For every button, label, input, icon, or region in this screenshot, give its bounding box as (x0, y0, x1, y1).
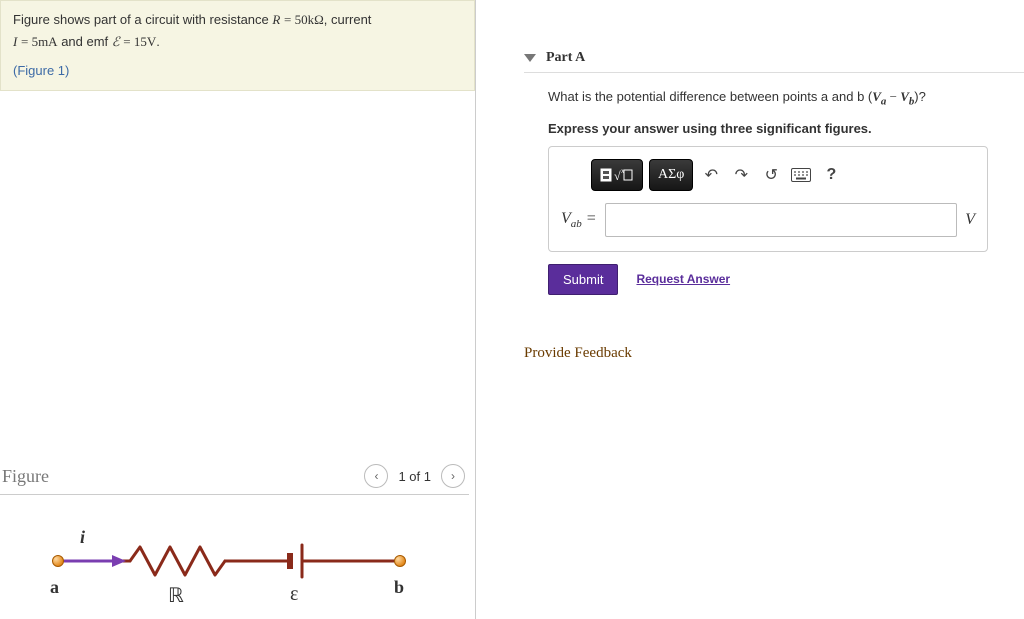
emf-symbol: ℰ (112, 34, 120, 49)
figure-title: Figure (2, 466, 49, 487)
circuit-diagram: i a b ℝ ε (40, 509, 440, 619)
figure-next-button[interactable]: › (441, 464, 465, 488)
intro-text: Figure shows part of a circuit with resi… (13, 12, 272, 27)
provide-feedback-link[interactable]: Provide Feedback (524, 345, 1024, 362)
node-a-label: a (50, 577, 59, 598)
redo-button[interactable]: ↷ (729, 163, 753, 187)
question-text: What is the potential difference between… (548, 89, 988, 108)
part-a-title: Part A (546, 50, 585, 66)
figure-pager: ‹ 1 of 1 › (364, 464, 465, 488)
problem-intro: Figure shows part of a circuit with resi… (0, 0, 475, 91)
answer-unit: V (965, 211, 975, 229)
request-answer-link[interactable]: Request Answer (636, 272, 730, 286)
answer-instruction: Express your answer using three signific… (548, 121, 988, 136)
fraction-root-icon: √ x (600, 166, 634, 184)
submit-button[interactable]: Submit (548, 264, 618, 295)
eq3: = (123, 34, 134, 49)
answer-box: √ x ΑΣφ ↶ ↷ ↺ (548, 146, 988, 252)
figure-pager-text: 1 of 1 (398, 469, 431, 484)
and-emf: and emf (61, 34, 112, 49)
eq2: = (21, 34, 32, 49)
answer-variable-label: Vab = (561, 210, 597, 230)
node-a (52, 555, 64, 567)
chevron-right-icon: › (451, 469, 455, 483)
greek-tool-button[interactable]: ΑΣφ (649, 159, 693, 191)
undo-button[interactable]: ↶ (699, 163, 723, 187)
svg-text:x: x (621, 167, 625, 175)
svg-text:√: √ (614, 169, 621, 183)
period: . (156, 34, 160, 49)
figure-prev-button[interactable]: ‹ (364, 464, 388, 488)
comma-current: , current (324, 12, 372, 27)
help-button[interactable]: ? (819, 163, 843, 187)
i-value: 5mA (32, 34, 58, 49)
emf-label: ε (290, 583, 298, 606)
template-tool-button[interactable]: √ x (591, 159, 643, 191)
reset-button[interactable]: ↺ (759, 163, 783, 187)
resistor-label: ℝ (168, 583, 184, 608)
node-b-label: b (394, 577, 404, 598)
i-symbol: I (13, 34, 17, 49)
keyboard-button[interactable] (789, 163, 813, 187)
node-b (394, 555, 406, 567)
figure-link[interactable]: (Figure 1) (13, 63, 69, 78)
chevron-down-icon (524, 54, 536, 62)
r-value: 50kΩ (295, 12, 324, 27)
emf-value: 15V (134, 34, 156, 49)
current-label: i (80, 527, 85, 548)
r-symbol: R (272, 12, 280, 27)
equation-toolbar: √ x ΑΣφ ↶ ↷ ↺ (591, 159, 975, 191)
eq: = (284, 12, 295, 27)
keyboard-icon (791, 168, 811, 182)
part-a-header[interactable]: Part A (524, 50, 1024, 73)
answer-input[interactable] (605, 203, 958, 237)
figure-panel: Figure ‹ 1 of 1 › (0, 460, 475, 619)
chevron-left-icon: ‹ (374, 469, 378, 483)
